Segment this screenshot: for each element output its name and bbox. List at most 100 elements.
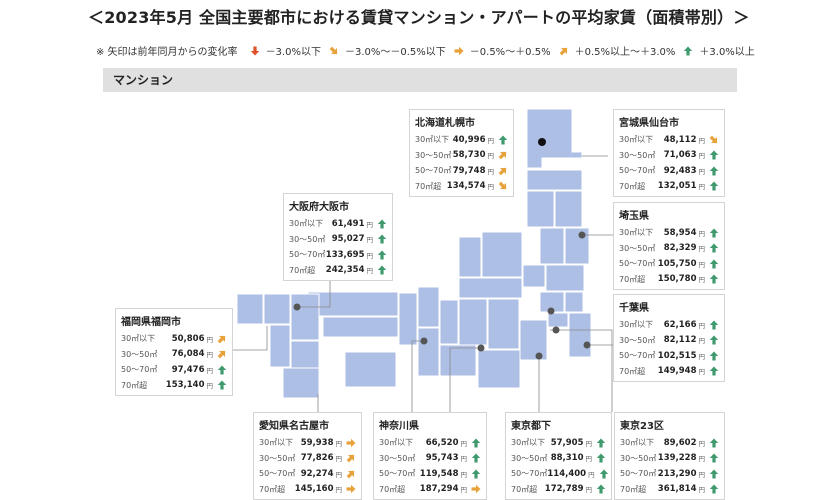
city-name: 埼玉県 [619, 211, 649, 222]
rent-row: 70㎡超 132,051 円 [619, 179, 719, 195]
area-label: 50～70㎡ [415, 166, 452, 176]
rent-row: 70㎡超 150,780 円 [619, 272, 719, 288]
rent-row: 30㎡以下 66,520 円 [379, 435, 481, 451]
rent-row: 30～50㎡ 88,310 円 [511, 451, 606, 467]
rent-row: 30～50㎡ 95,027 円 [289, 232, 387, 248]
rent-row: 30㎡以下 58,954 円 [619, 225, 719, 241]
rent-value: 133,695 [325, 249, 365, 260]
yen-unit: 円 [585, 455, 593, 464]
rent-value: 172,789 [544, 484, 584, 495]
trend-arrow-icon [709, 484, 719, 494]
rent-value: 95,743 [425, 453, 459, 464]
yen-unit: 円 [588, 470, 595, 479]
rent-row: 30～50㎡ 58,730 円 [415, 148, 508, 164]
area-label: 30～50㎡ [415, 150, 452, 160]
trend-arrow-icon [498, 135, 508, 145]
yen-unit: 円 [335, 470, 343, 479]
area-label: 30㎡以下 [289, 219, 324, 229]
trend-arrow-icon [217, 334, 227, 344]
rent-value: 82,112 [663, 335, 697, 346]
yen-unit: 円 [698, 439, 706, 448]
city-name: 東京23区 [620, 421, 664, 432]
trend-arrow-icon [596, 453, 606, 463]
city-name: 千葉県 [619, 303, 649, 314]
area-label: 30㎡以下 [379, 438, 414, 448]
city-name: 北海道札幌市 [415, 118, 475, 129]
rent-row: 30～50㎡ 95,743 円 [379, 451, 481, 467]
rent-value: 89,602 [663, 437, 697, 448]
area-label: 50～70㎡ [619, 351, 656, 361]
rent-row: 50～70㎡ 79,748 円 [415, 163, 508, 179]
yen-unit: 円 [585, 439, 593, 448]
rent-value: 58,954 [663, 227, 697, 238]
rent-row: 30㎡以下 50,806 円 [121, 331, 227, 347]
rent-value: 149,948 [657, 366, 697, 377]
rent-value: 71,063 [663, 150, 697, 161]
rent-value: 361,814 [657, 484, 697, 495]
yen-unit: 円 [487, 136, 495, 145]
city-card-sendai: 宮城県仙台市 30㎡以下 48,112 円 30～50㎡ 71,063 円 50～70㎡ 92,… [613, 109, 725, 197]
trend-arrow-icon [709, 150, 719, 160]
trend-arrow-icon [709, 259, 719, 269]
city-card-kanagawa: 神奈川県 30㎡以下 66,520 円 30～50㎡ 95,743 円 50～70㎡ 119,5… [373, 412, 487, 500]
area-label: 30㎡以下 [619, 228, 654, 238]
yen-unit: 円 [335, 455, 343, 464]
rent-row: 70㎡超 187,294 円 [379, 482, 481, 498]
rent-value: 92,483 [663, 165, 697, 176]
trend-arrow-icon [596, 438, 606, 448]
area-label: 30㎡以下 [259, 438, 294, 448]
trend-arrow-icon [498, 181, 508, 191]
rent-row: 50～70㎡ 92,274 円 [259, 466, 356, 482]
area-label: 70㎡超 [620, 484, 647, 494]
trend-arrow-icon [709, 438, 719, 448]
rent-row: 30㎡以下 61,491 円 [289, 216, 387, 232]
trend-arrow-icon [709, 453, 719, 463]
trend-arrow-icon [498, 166, 508, 176]
area-label: 30～50㎡ [511, 453, 548, 463]
trend-arrow-icon [346, 484, 356, 494]
trend-arrow-icon [709, 351, 719, 361]
yen-unit: 円 [698, 486, 706, 495]
city-card-tokyo23: 東京23区 30㎡以下 89,602 円 30～50㎡ 139,228 円 50～70㎡ 213… [614, 412, 725, 500]
area-label: 70㎡超 [415, 181, 442, 191]
rent-value: 114,400 [547, 468, 587, 479]
rent-row: 70㎡超 134,574 円 [415, 179, 508, 195]
rent-value: 92,274 [300, 468, 334, 479]
area-label: 30～50㎡ [619, 335, 656, 345]
yen-unit: 円 [366, 236, 374, 245]
rent-row: 50～70㎡ 213,290 円 [620, 466, 719, 482]
area-label: 30㎡以下 [415, 135, 450, 145]
area-label: 50～70㎡ [289, 250, 326, 260]
area-label: 50～70㎡ [379, 469, 416, 479]
yen-unit: 円 [698, 167, 706, 176]
city-name: 福岡県福岡市 [121, 317, 181, 328]
yen-unit: 円 [698, 368, 706, 377]
rent-row: 70㎡超 149,948 円 [619, 364, 719, 380]
yen-unit: 円 [698, 260, 706, 269]
trend-arrow-icon [471, 469, 481, 479]
area-label: 70㎡超 [619, 274, 646, 284]
trend-arrow-icon [498, 150, 508, 160]
rent-row: 70㎡超 242,354 円 [289, 263, 387, 279]
yen-unit: 円 [460, 455, 468, 464]
area-label: 30～50㎡ [289, 234, 326, 244]
yen-unit: 円 [698, 321, 706, 330]
rent-row: 30～50㎡ 82,112 円 [619, 333, 719, 349]
rent-value: 242,354 [325, 265, 365, 276]
area-label: 30～50㎡ [620, 453, 657, 463]
rent-row: 50～70㎡ 97,476 円 [121, 362, 227, 378]
trend-arrow-icon [346, 438, 356, 448]
yen-unit: 円 [487, 152, 495, 161]
city-card-fukuoka: 福岡県福岡市 30㎡以下 50,806 円 30～50㎡ 76,084 円 50～70㎡ 97,… [115, 308, 233, 396]
trend-arrow-icon [377, 219, 387, 229]
rent-value: 145,160 [294, 484, 334, 495]
city-name: 東京都下 [511, 421, 551, 432]
yen-unit: 円 [698, 136, 706, 145]
area-label: 70㎡超 [379, 484, 406, 494]
rent-value: 77,826 [300, 453, 334, 464]
rent-value: 59,938 [300, 437, 334, 448]
rent-row: 70㎡超 361,814 円 [620, 482, 719, 498]
rent-value: 57,905 [550, 437, 584, 448]
area-label: 50～70㎡ [121, 365, 158, 375]
area-label: 30～50㎡ [619, 243, 656, 253]
